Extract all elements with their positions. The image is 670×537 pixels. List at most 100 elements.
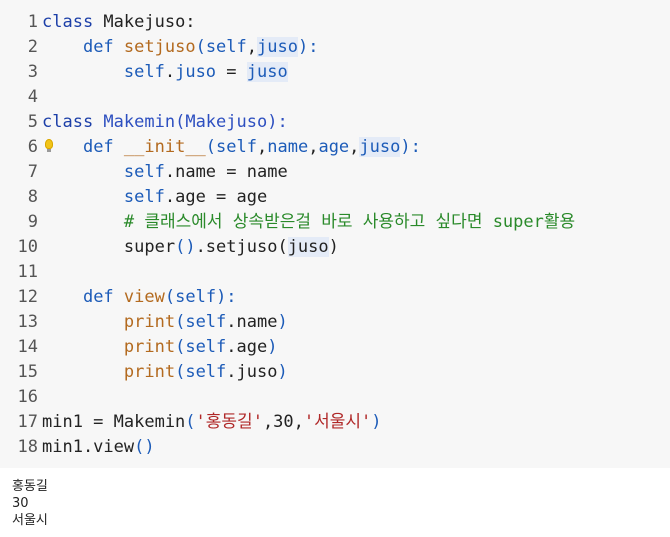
code-token: .setjuso( (195, 237, 288, 257)
line-number: 10 (17, 237, 38, 257)
code-token: print (123, 362, 176, 382)
code-token: # 클래스에서 상속받은걸 바로 사용하고 싶다면 super활용 (123, 212, 576, 232)
code-token: ( (195, 37, 206, 57)
code-text: # 클래스에서 상속받은걸 바로 사용하고 싶다면 super활용 (42, 210, 575, 235)
code-token: def (82, 37, 124, 57)
code-token: ) (277, 312, 288, 332)
code-line[interactable]: 11 (0, 260, 670, 285)
code-token: Makemin (103, 112, 176, 132)
code-token: .age (226, 337, 268, 357)
code-token: Makejuso (185, 112, 268, 132)
code-token: ( (164, 287, 176, 307)
code-token: self (123, 62, 165, 82)
code-token: min1 = Makemin (42, 412, 186, 432)
code-token: ,30, (262, 412, 304, 432)
code-line[interactable]: 13 print(self.name) (0, 310, 670, 335)
code-token: , (257, 137, 268, 157)
code-token: age (318, 137, 350, 157)
code-text: def __init__(self,name,age,juso): (42, 135, 421, 160)
code-token: juso (359, 137, 401, 157)
code-line[interactable]: 3 self.juso = juso (0, 60, 670, 85)
output-line: 30 (12, 496, 29, 511)
code-line[interactable]: 9 # 클래스에서 상속받은걸 바로 사용하고 싶다면 super활용 (0, 210, 670, 235)
code-line[interactable]: 18 min1.view() (0, 435, 670, 460)
code-token: = (216, 62, 247, 82)
code-line[interactable]: 4 (0, 85, 670, 110)
line-number: 3 (27, 62, 38, 82)
code-text: self.name = name (42, 160, 288, 185)
code-token: ): (267, 112, 288, 132)
code-token: name (246, 162, 288, 182)
code-text: self.juso = juso (42, 60, 288, 85)
code-token: juso (175, 62, 217, 82)
code-token: name (175, 162, 217, 182)
code-token: setjuso (123, 37, 196, 57)
code-text: super().setjuso(juso) (42, 235, 339, 260)
code-token: super (123, 237, 176, 257)
code-token: name (267, 137, 309, 157)
code-line[interactable]: 14 print(self.age) (0, 335, 670, 360)
code-token: self (185, 362, 227, 382)
line-number: 18 (17, 437, 38, 457)
code-token: () (175, 237, 196, 257)
code-token: = (205, 187, 237, 207)
code-token: () (134, 437, 155, 457)
code-token: print (123, 312, 176, 332)
code-token: .juso (226, 362, 278, 382)
line-number: 8 (27, 187, 38, 207)
code-token: ( (175, 337, 186, 357)
code-token: self (216, 137, 257, 157)
code-token: ) (371, 412, 382, 432)
code-token: def (82, 137, 124, 157)
code-token: , (349, 137, 360, 157)
code-line[interactable]: 10 super().setjuso(juso) (0, 235, 670, 260)
line-number: 9 (27, 212, 38, 232)
line-number: 13 (17, 312, 38, 332)
code-line[interactable]: 16 (0, 385, 670, 410)
line-number: 16 (17, 387, 38, 407)
line-number: 12 (17, 287, 38, 307)
output-line: 홍동길 (12, 479, 48, 494)
code-text: class Makejuso: (42, 10, 196, 35)
line-number: 2 (27, 37, 38, 57)
code-line[interactable]: 15 print(self.juso) (0, 360, 670, 385)
code-line[interactable]: 2 def setjuso(self,juso): (0, 35, 670, 60)
code-token: ( (175, 362, 186, 382)
code-token: print (123, 337, 176, 357)
code-text: class Makemin(Makejuso): (42, 110, 288, 135)
code-line[interactable]: 8 self.age = age (0, 185, 670, 210)
code-token: juso (246, 62, 288, 82)
code-line[interactable]: 17 min1 = Makemin('홍동길',30,'서울시') (0, 410, 670, 435)
code-text: self.age = age (42, 185, 267, 210)
code-text: def setjuso(self,juso): (42, 35, 318, 60)
line-number: 7 (27, 162, 38, 182)
line-number: 11 (17, 262, 38, 282)
code-line[interactable]: 12 def view(self): (0, 285, 670, 310)
code-token: Makejuso: (103, 12, 196, 32)
code-token: . (164, 162, 176, 182)
code-token: = (216, 162, 247, 182)
code-token: ( (185, 412, 196, 432)
code-token: ( (175, 312, 186, 332)
code-token: view (123, 287, 165, 307)
code-line[interactable]: 1 class Makejuso: (0, 10, 670, 35)
line-number: 5 (27, 112, 38, 132)
code-token: self (123, 162, 165, 182)
code-token: '서울시' (303, 412, 372, 432)
code-token: ): (216, 287, 237, 307)
code-token: juso (287, 237, 329, 257)
code-token: . (164, 62, 176, 82)
code-line[interactable]: 5 class Makemin(Makejuso): (0, 110, 670, 135)
code-line[interactable]: 7 self.name = name (0, 160, 670, 185)
code-token: def (82, 287, 124, 307)
code-token: . (164, 187, 176, 207)
line-number: 6 (27, 137, 38, 157)
code-line[interactable]: 6 def __init__(self,name,age,juso): (0, 135, 670, 160)
code-token: self (185, 312, 227, 332)
line-number: 1 (27, 12, 38, 32)
code-editor[interactable]: 1 class Makejuso: 2 def setjuso(self,juso)… (0, 0, 670, 468)
